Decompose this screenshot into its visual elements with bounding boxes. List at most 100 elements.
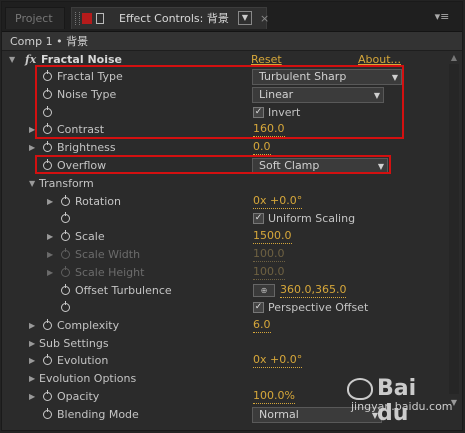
property-row-invert: ✓ Invert xyxy=(2,104,462,122)
property-row-uniform-scaling: ✓ Uniform Scaling xyxy=(2,210,462,228)
invert-checkbox[interactable]: ✓ xyxy=(253,107,264,118)
breadcrumb: Comp 1 • 背景 xyxy=(2,32,462,51)
property-row-perspective-offset: ✓ Perspective Offset xyxy=(2,299,462,317)
stopwatch-icon[interactable] xyxy=(61,195,70,206)
disclosure-collapsed-icon[interactable]: ▶ xyxy=(47,193,53,211)
stopwatch-icon[interactable] xyxy=(43,141,52,152)
offset-turbulence-value[interactable]: 360.0,365.0 xyxy=(280,282,347,298)
property-row-complexity: ▶ Complexity 6.0 xyxy=(2,317,462,335)
stopwatch-icon xyxy=(61,266,70,277)
property-label: Offset Turbulence xyxy=(75,284,172,297)
disclosure-collapsed-icon[interactable]: ▶ xyxy=(29,352,35,370)
stopwatch-icon[interactable] xyxy=(43,70,52,81)
chevron-down-icon: ▼ xyxy=(377,162,384,171)
layer-menu-chevron-down-icon[interactable]: ▼ xyxy=(238,11,252,25)
stopwatch-icon[interactable] xyxy=(43,354,52,365)
stopwatch-icon[interactable] xyxy=(61,230,70,241)
overflow-dropdown[interactable]: Soft Clamp ▼ xyxy=(252,158,388,174)
fractal-type-dropdown[interactable]: Turbulent Sharp ▼ xyxy=(252,69,402,85)
stopwatch-icon[interactable] xyxy=(43,159,52,170)
noise-type-dropdown[interactable]: Linear ▼ xyxy=(252,87,384,103)
baidu-paw-logo-icon xyxy=(347,378,373,400)
disclosure-collapsed-icon[interactable]: ▶ xyxy=(29,370,35,388)
property-row-scale-width: ▶ Scale Width 100.0 xyxy=(2,246,462,264)
stopwatch-icon[interactable] xyxy=(43,408,52,419)
lock-icon[interactable] xyxy=(82,13,92,24)
evolution-value[interactable]: 0x +0.0° xyxy=(253,352,303,368)
baidu-watermark: Bai du jingyan.baidu.com xyxy=(347,376,453,426)
property-row-brightness: ▶ Brightness 0.0 xyxy=(2,139,462,157)
scale-value[interactable]: 1500.0 xyxy=(253,228,292,244)
stopwatch-icon[interactable] xyxy=(61,284,70,295)
checkbox-label: Uniform Scaling xyxy=(268,212,356,225)
scroll-up-arrow-icon[interactable]: ▲ xyxy=(448,53,460,63)
about-link[interactable]: About... xyxy=(358,51,401,69)
watermark-url: jingyan.baidu.com xyxy=(351,400,453,413)
dropdown-value: Normal xyxy=(259,408,299,421)
group-row-transform[interactable]: ▼ Transform xyxy=(2,175,462,193)
disclosure-collapsed-icon[interactable]: ▶ xyxy=(29,139,35,157)
property-label: Noise Type xyxy=(57,88,117,101)
property-label: Fractal Type xyxy=(57,70,123,83)
drag-grip-icon[interactable] xyxy=(75,12,80,25)
property-label: Rotation xyxy=(75,195,122,208)
stopwatch-icon[interactable] xyxy=(43,106,52,117)
tab-bar: Project Effect Controls: 背景 ▼ × ▾≡ xyxy=(2,2,462,32)
brightness-value[interactable]: 0.0 xyxy=(253,139,271,155)
close-icon[interactable]: × xyxy=(260,8,269,30)
property-row-fractal-type: Fractal Type Turbulent Sharp ▼ xyxy=(2,68,462,86)
property-label: Evolution xyxy=(57,354,109,367)
effect-name: Fractal Noise xyxy=(41,53,123,66)
opacity-value[interactable]: 100.0% xyxy=(253,388,295,404)
scale-width-value: 100.0 xyxy=(253,247,285,262)
chevron-down-icon: ▼ xyxy=(391,73,398,82)
disclosure-collapsed-icon[interactable]: ▶ xyxy=(29,335,35,353)
group-row-sub-settings[interactable]: ▶ Sub Settings xyxy=(2,335,462,353)
uniform-scaling-checkbox[interactable]: ✓ xyxy=(253,213,264,224)
fx-toggle-icon[interactable]: fx xyxy=(25,51,36,69)
perspective-offset-checkbox[interactable]: ✓ xyxy=(253,302,264,313)
disclosure-collapsed-icon[interactable]: ▶ xyxy=(29,388,35,406)
stopwatch-icon[interactable] xyxy=(43,88,52,99)
property-row-rotation: ▶ Rotation 0x +0.0° xyxy=(2,193,462,211)
effect-header-row[interactable]: ▼ fx Fractal Noise Reset About... xyxy=(2,51,462,69)
chevron-down-icon: ▼ xyxy=(373,91,380,100)
disclosure-collapsed-icon[interactable]: ▶ xyxy=(29,121,35,139)
complexity-value[interactable]: 6.0 xyxy=(253,317,271,333)
property-row-overflow: Overflow Soft Clamp ▼ xyxy=(2,157,462,175)
stopwatch-icon xyxy=(61,248,70,259)
reset-link[interactable]: Reset xyxy=(251,51,282,69)
stopwatch-icon[interactable] xyxy=(43,319,52,330)
property-label: Brightness xyxy=(57,141,116,154)
property-label: Contrast xyxy=(57,123,105,136)
property-row-evolution: ▶ Evolution 0x +0.0° xyxy=(2,352,462,370)
property-label: Overflow xyxy=(57,159,107,172)
property-label: Blending Mode xyxy=(57,408,139,421)
disclosure-collapsed-icon[interactable]: ▶ xyxy=(29,317,35,335)
vertical-scrollbar[interactable] xyxy=(449,64,459,394)
scale-height-value: 100.0 xyxy=(253,265,285,280)
tab-effect-controls[interactable]: Effect Controls: 背景 ▼ × xyxy=(71,7,269,30)
disclosure-collapsed-icon: ▶ xyxy=(47,268,54,277)
effect-controls-panel: Project Effect Controls: 背景 ▼ × ▾≡ Comp … xyxy=(1,1,463,431)
stopwatch-icon[interactable] xyxy=(61,212,70,223)
rotation-value[interactable]: 0x +0.0° xyxy=(253,193,303,209)
property-label: Scale xyxy=(75,230,105,243)
disclosure-collapsed-icon[interactable]: ▶ xyxy=(47,228,53,246)
stopwatch-icon[interactable] xyxy=(61,301,70,312)
crosshair-icon[interactable]: ⊕ xyxy=(253,284,275,297)
property-row-contrast: ▶ Contrast 160.0 xyxy=(2,121,462,139)
checkbox-label: Perspective Offset xyxy=(268,301,369,314)
tab-project[interactable]: Project xyxy=(5,7,65,29)
property-label: Complexity xyxy=(57,319,120,332)
stopwatch-icon[interactable] xyxy=(43,390,52,401)
panel-menu-icon[interactable]: ▾≡ xyxy=(430,10,454,24)
property-label: Scale Width xyxy=(75,248,141,261)
contrast-value[interactable]: 160.0 xyxy=(253,121,285,137)
disclosure-expanded-icon[interactable]: ▼ xyxy=(9,51,15,69)
group-label: Evolution Options xyxy=(39,372,137,385)
tab-effect-controls-label: Effect Controls: 背景 xyxy=(119,12,229,25)
disclosure-expanded-icon[interactable]: ▼ xyxy=(29,175,35,193)
stopwatch-icon[interactable] xyxy=(43,123,52,134)
padlock-icon[interactable] xyxy=(96,13,104,24)
